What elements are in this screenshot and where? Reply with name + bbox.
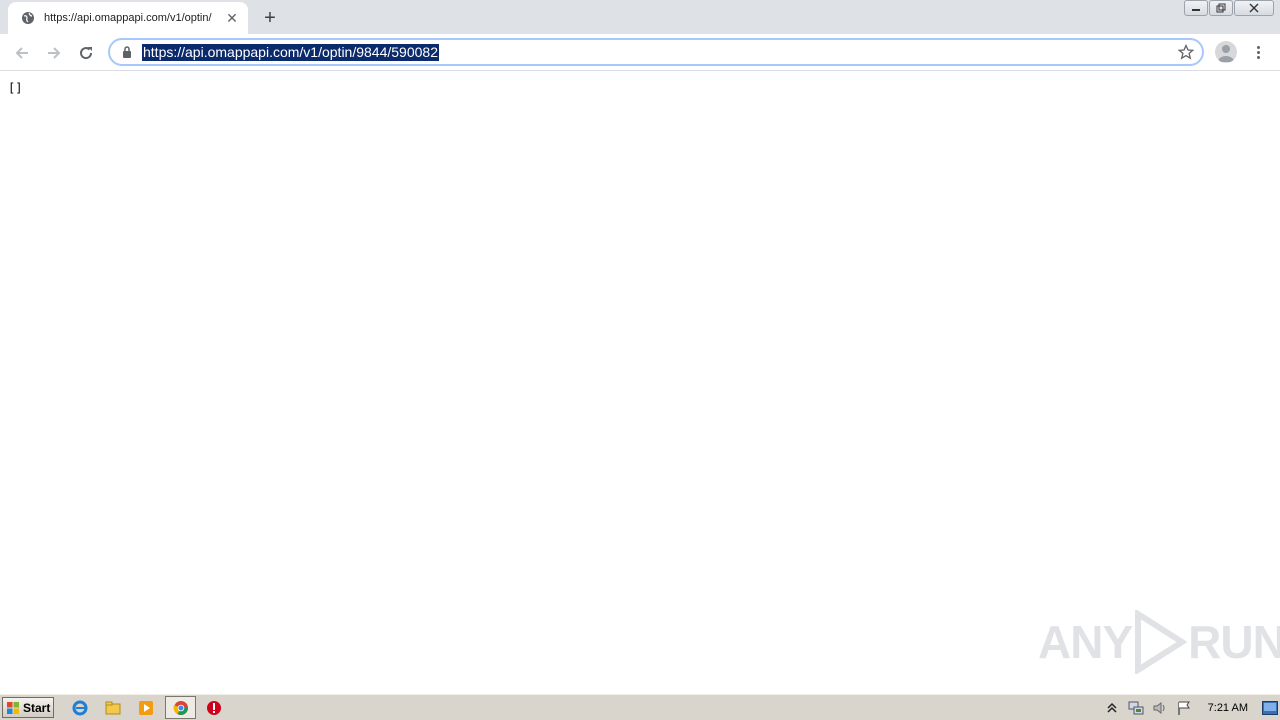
json-response-text: [] (8, 81, 23, 95)
tab-strip: https://api.omappapi.com/v1/optin/ ✕ + (0, 0, 1280, 34)
show-hidden-icons-icon[interactable] (1104, 700, 1120, 716)
security-alert-icon[interactable] (205, 699, 223, 717)
media-player-icon[interactable] (137, 699, 155, 717)
profile-avatar-icon[interactable] (1215, 41, 1237, 63)
tab-title: https://api.omappapi.com/v1/optin/ (44, 12, 212, 24)
tab-close-icon[interactable]: ✕ (224, 10, 240, 26)
new-tab-button[interactable]: + (258, 6, 282, 30)
show-desktop-icon[interactable] (1262, 700, 1278, 716)
chrome-icon[interactable] (172, 699, 190, 717)
clock[interactable]: 7:21 AM (1208, 702, 1248, 714)
url-text[interactable]: https://api.omappapi.com/v1/optin/9844/5… (142, 43, 439, 61)
address-bar[interactable]: https://api.omappapi.com/v1/optin/9844/5… (108, 38, 1204, 66)
browser-toolbar: https://api.omappapi.com/v1/optin/9844/5… (0, 34, 1280, 71)
reload-icon (80, 47, 93, 60)
action-center-flag-icon[interactable] (1176, 700, 1192, 716)
taskbar: Start 7:21 AM (0, 694, 1280, 720)
system-tray: 7:21 AM (1100, 696, 1280, 719)
start-button[interactable]: Start (2, 697, 54, 718)
forward-button[interactable] (41, 40, 67, 66)
anyrun-watermark: ANY RUN (1038, 610, 1280, 674)
network-icon[interactable] (1128, 700, 1144, 716)
close-window-button[interactable] (1234, 0, 1274, 16)
page-content: [] ANY RUN (0, 72, 1280, 692)
internet-explorer-icon[interactable] (71, 699, 89, 717)
minimize-button[interactable] (1184, 0, 1208, 16)
watermark-text-left: ANY (1038, 616, 1133, 668)
arrow-right-icon (48, 47, 61, 59)
file-explorer-icon[interactable] (104, 699, 122, 717)
watermark-text-right: RUN (1188, 616, 1280, 668)
reload-button[interactable] (73, 40, 99, 66)
screen: https://api.omappapi.com/v1/optin/ ✕ + h… (0, 0, 1280, 720)
volume-icon[interactable] (1152, 700, 1168, 716)
arrow-left-icon (15, 47, 28, 59)
start-label: Start (23, 700, 51, 715)
bookmark-star-icon[interactable] (1177, 43, 1195, 60)
browser-tab[interactable]: https://api.omappapi.com/v1/optin/ ✕ (8, 2, 248, 34)
restore-button[interactable] (1209, 0, 1233, 16)
windows-logo-icon (7, 701, 19, 714)
lock-icon (120, 45, 134, 59)
window-controls (1183, 0, 1274, 16)
play-logo-icon (1135, 610, 1188, 674)
back-button[interactable] (9, 40, 35, 66)
menu-more-icon[interactable] (1250, 41, 1266, 63)
globe-icon (20, 10, 36, 26)
